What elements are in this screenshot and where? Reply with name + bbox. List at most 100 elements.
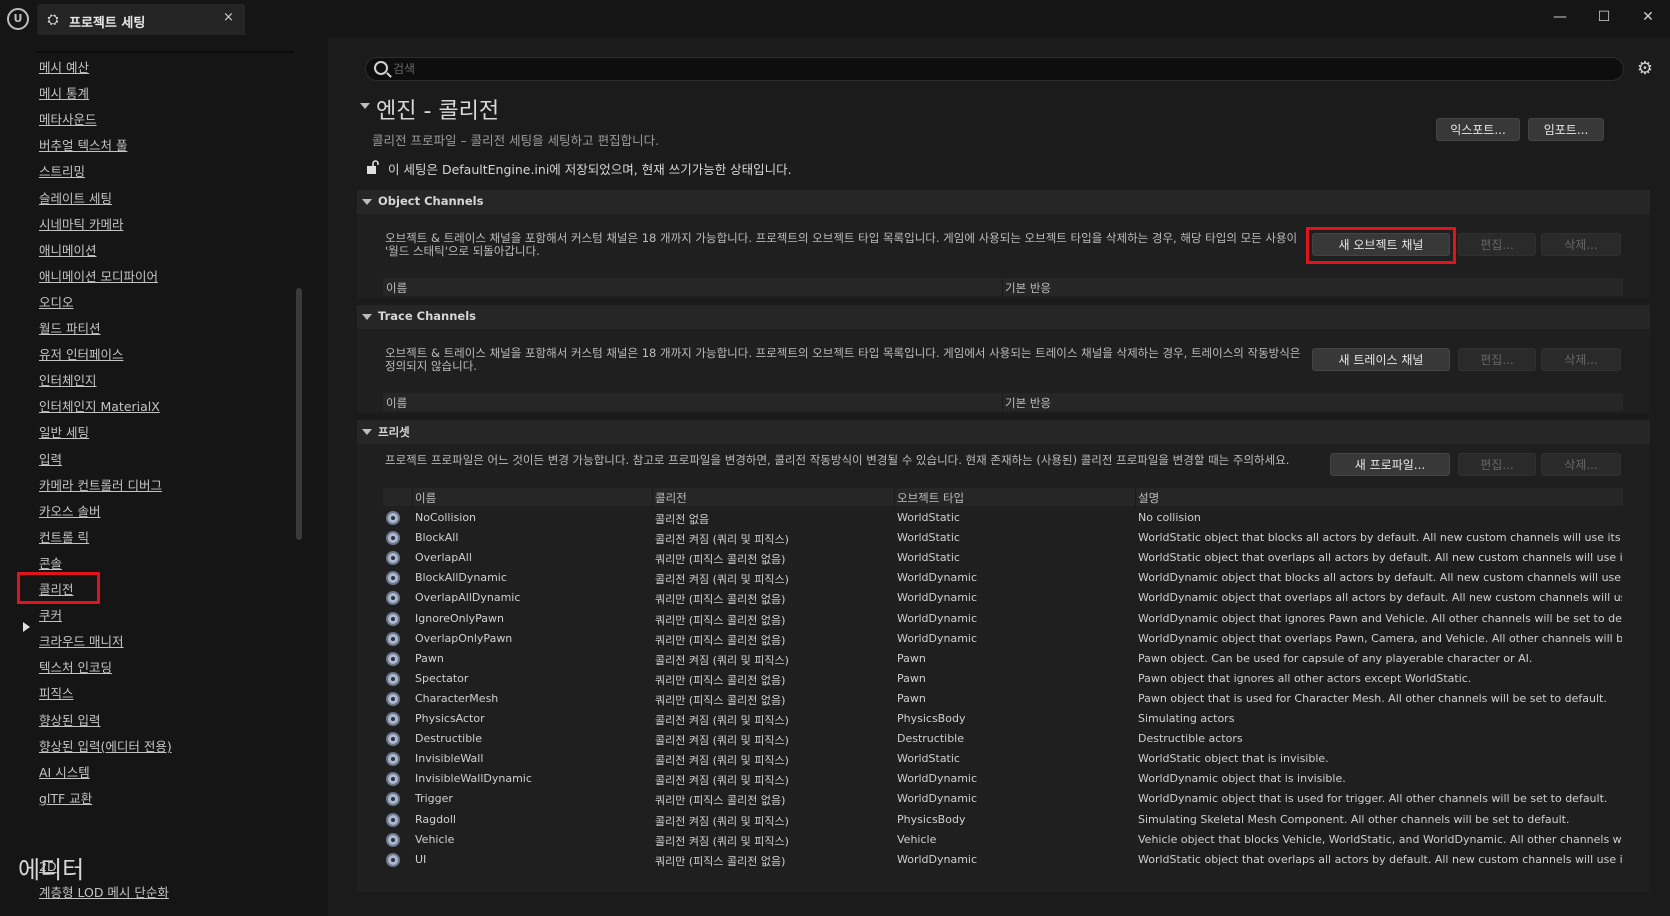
tab-project-settings[interactable]: ⛭ 프로젝트 세팅 × — [37, 4, 245, 35]
sidebar-item[interactable]: 메시 예산 — [39, 59, 89, 77]
trace-channels-header[interactable]: Trace Channels — [357, 305, 1650, 329]
sidebar-item[interactable]: 카오스 솔버 — [39, 503, 100, 521]
tab-close-icon[interactable]: × — [223, 10, 234, 25]
new-profile-button[interactable]: 새 프로파일... — [1330, 453, 1450, 476]
table-row[interactable]: OverlapAll 쿼리만 (피직스 콜리전 없음) WorldStatic Wor… — [383, 548, 1623, 568]
sidebar-item[interactable]: 크라우드 매니저 — [39, 633, 123, 651]
column-divider[interactable] — [652, 488, 653, 506]
sidebar-item[interactable]: 유저 인터페이스 — [39, 346, 123, 364]
sidebar-item[interactable]: 인터체인지 — [39, 372, 97, 390]
search-input[interactable] — [393, 60, 1613, 78]
new-trace-channel-button[interactable]: 새 트레이스 채널 — [1312, 348, 1450, 371]
table-row[interactable]: InvisibleWallDynamic 콜리전 켜짐 (쿼리 및 피직스) Wor… — [383, 769, 1623, 789]
sidebar-item[interactable]: 콘솔 — [39, 555, 62, 573]
column-divider[interactable] — [1135, 488, 1136, 506]
preset-object-type: PhysicsBody — [897, 712, 966, 725]
sidebar-item[interactable]: 향상된 입력 — [39, 712, 100, 730]
preset-name: Vehicle — [415, 833, 455, 846]
column-name: 이름 — [415, 491, 437, 505]
sidebar-item[interactable]: 향상된 입력(에디터 전용) — [39, 738, 172, 756]
preset-object-type: PhysicsBody — [897, 813, 966, 826]
sidebar-item[interactable]: glTF 교환 — [39, 790, 92, 808]
table-row[interactable]: Destructible 콜리전 켜짐 (쿼리 및 피직스) Destructibl… — [383, 729, 1623, 749]
sidebar-item[interactable]: 일반 세팅 — [39, 424, 89, 442]
collapse-arrow-icon — [362, 314, 372, 320]
import-button[interactable]: 임포트... — [1528, 118, 1604, 141]
edit-profile-button[interactable]: 편집... — [1458, 453, 1536, 476]
gear-icon[interactable]: ⚙ — [1634, 58, 1656, 80]
delete-profile-button[interactable]: 삭제... — [1541, 453, 1621, 476]
preset-name: IgnoreOnlyPawn — [415, 612, 505, 625]
object-channels-header[interactable]: Object Channels — [357, 190, 1650, 214]
search-bar[interactable] — [365, 57, 1624, 81]
sidebar-item[interactable]: 시네마틱 카메라 — [39, 216, 123, 234]
sidebar-item-2d[interactable]: 2D — [39, 858, 57, 876]
table-row[interactable]: OverlapAllDynamic 쿼리만 (피직스 콜리전 없음) WorldDy… — [383, 588, 1623, 608]
sidebar-item[interactable]: 버추얼 텍스처 풀 — [39, 137, 127, 155]
sidebar-item[interactable]: 컨트롤 릭 — [39, 529, 89, 547]
table-row[interactable]: BlockAllDynamic 콜리전 켜짐 (쿼리 및 피직스) WorldDyn… — [383, 568, 1623, 588]
window-close-icon[interactable]: ✕ — [1636, 6, 1660, 28]
column-divider[interactable] — [412, 488, 413, 506]
table-row[interactable]: Pawn 콜리전 켜짐 (쿼리 및 피직스) Pawn Pawn object. Ca… — [383, 649, 1623, 669]
table-row[interactable]: BlockAll 콜리전 켜짐 (쿼리 및 피직스) WorldStatic Worl… — [383, 528, 1623, 548]
preset-name: Trigger — [415, 792, 453, 805]
sidebar-item[interactable]: 쿠커 — [39, 607, 62, 625]
preset-profile-icon — [386, 652, 400, 666]
preset-profile-icon — [386, 632, 400, 646]
column-divider[interactable] — [1002, 278, 1003, 296]
table-row[interactable]: InvisibleWall 콜리전 켜짐 (쿼리 및 피직스) WorldStati… — [383, 749, 1623, 769]
delete-object-channel-button[interactable]: 삭제... — [1541, 233, 1621, 256]
sidebar-item[interactable]: 카메라 컨트롤러 디버그 — [39, 477, 162, 495]
preset-profile-icon — [386, 612, 400, 626]
table-row[interactable]: Vehicle 콜리전 켜짐 (쿼리 및 피직스) Vehicle Vehicle o… — [383, 830, 1623, 850]
preset-profile-icon — [386, 813, 400, 827]
table-row[interactable]: IgnoreOnlyPawn 쿼리만 (피직스 콜리전 없음) WorldDynam… — [383, 609, 1623, 629]
sidebar-item[interactable]: AI 시스템 — [39, 764, 90, 782]
sidebar-item[interactable]: 슬레이트 세팅 — [39, 190, 112, 208]
sidebar-item[interactable]: 인터체인지 MaterialX — [39, 398, 160, 416]
sidebar-item[interactable]: 월드 파티션 — [39, 320, 100, 338]
unreal-logo-icon: U — [7, 8, 29, 30]
table-row[interactable]: OverlapOnlyPawn 쿼리만 (피직스 콜리전 없음) WorldDyna… — [383, 629, 1623, 649]
sidebar-scrollbar[interactable] — [296, 288, 302, 540]
sidebar-item[interactable]: 메시 통계 — [39, 85, 89, 103]
column-divider[interactable] — [894, 488, 895, 506]
sidebar-item[interactable]: 스트리밍 — [39, 163, 85, 181]
sidebar-item[interactable]: 애니메이션 — [39, 242, 97, 260]
preset-object-type: Pawn — [897, 692, 926, 705]
sidebar-item[interactable]: 입력 — [39, 451, 62, 469]
preset-name: BlockAllDynamic — [415, 571, 507, 584]
preset-collision: 쿼리만 (피직스 콜리전 없음) — [655, 553, 786, 566]
preset-collision: 콜리전 켜짐 (쿼리 및 피직스) — [655, 754, 789, 767]
minimize-icon[interactable]: — — [1548, 6, 1572, 28]
table-row[interactable]: UI 쿼리만 (피직스 콜리전 없음) WorldDynamic WorldStati… — [383, 850, 1623, 870]
selected-arrow-icon — [23, 622, 30, 632]
preset-name: Ragdoll — [415, 813, 456, 826]
sidebar-item[interactable]: 텍스처 인코딩 — [39, 659, 112, 677]
table-row[interactable]: Ragdoll 콜리전 켜짐 (쿼리 및 피직스) PhysicsBody Simul… — [383, 810, 1623, 830]
maximize-icon[interactable]: ☐ — [1592, 6, 1616, 28]
edit-object-channel-button[interactable]: 편집... — [1458, 233, 1536, 256]
sidebar-item-hlod[interactable]: 계층형 LOD 메시 단순화 — [39, 884, 169, 902]
export-button[interactable]: 익스포트... — [1436, 118, 1520, 141]
collapse-arrow-icon — [362, 199, 372, 205]
collapse-arrow-icon[interactable] — [360, 103, 370, 109]
sidebar-item[interactable]: 오디오 — [39, 294, 74, 312]
sidebar-item[interactable]: 피직스 — [39, 685, 74, 703]
preset-collision: 콜리전 없음 — [655, 513, 710, 526]
preset-name: CharacterMesh — [415, 692, 499, 705]
preset-profile-icon — [386, 772, 400, 786]
sidebar-item[interactable]: 메타사운드 — [39, 111, 97, 129]
table-row[interactable]: NoCollision 콜리전 없음 WorldStatic No collision — [383, 508, 1623, 528]
table-row[interactable]: Trigger 쿼리만 (피직스 콜리전 없음) WorldDynamic World… — [383, 789, 1623, 809]
presets-header[interactable]: 프리셋 — [357, 420, 1650, 444]
preset-object-type: WorldDynamic — [897, 632, 978, 645]
column-divider[interactable] — [1002, 393, 1003, 411]
sidebar-item[interactable]: 애니메이션 모디파이어 — [39, 268, 158, 286]
delete-trace-channel-button[interactable]: 삭제... — [1541, 348, 1621, 371]
edit-trace-channel-button[interactable]: 편집... — [1458, 348, 1536, 371]
table-row[interactable]: CharacterMesh 쿼리만 (피직스 콜리전 없음) Pawn Pawn ob… — [383, 689, 1623, 709]
table-row[interactable]: PhysicsActor 콜리전 켜짐 (쿼리 및 피직스) PhysicsBody… — [383, 709, 1623, 729]
table-row[interactable]: Spectator 쿼리만 (피직스 콜리전 없음) Pawn Pawn object… — [383, 669, 1623, 689]
